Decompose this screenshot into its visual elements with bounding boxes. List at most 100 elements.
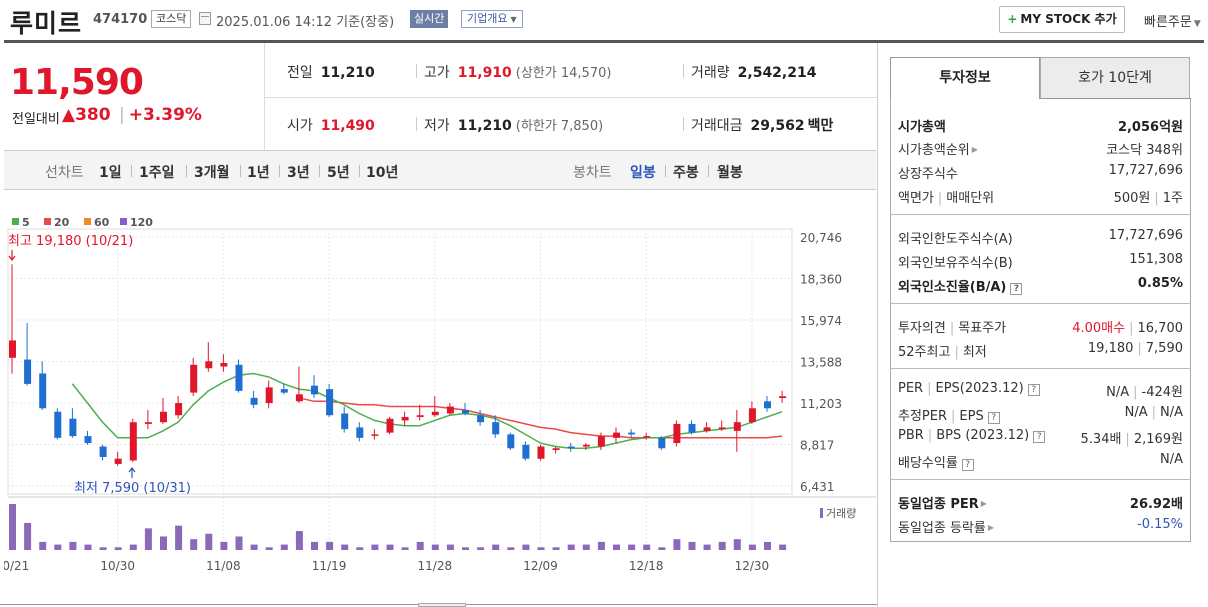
volume-bar	[703, 544, 711, 550]
change-label: 전일대비	[12, 112, 60, 127]
candle-body	[492, 422, 500, 435]
quick-order-button[interactable]: 빠른주문 ▼	[1144, 11, 1201, 30]
volume-bar	[99, 547, 107, 550]
min-annotation: 최저 7,590 (10/31)	[74, 481, 191, 496]
par-value-value: 500원 | 1주	[1113, 191, 1183, 206]
volume-legend-swatch	[820, 508, 823, 518]
per-row: PER | EPS(2023.12)? N/A | -424원	[898, 381, 1183, 401]
week52-low: 7,590	[1145, 341, 1183, 356]
candle-body	[703, 427, 711, 431]
listed-shares-row: 상장주식수 17,727,696	[898, 163, 1183, 183]
volume-bar	[311, 541, 318, 550]
change-percent: | +3.39%	[119, 105, 202, 125]
volume-bar	[658, 547, 666, 550]
candle-body	[613, 432, 620, 438]
volume-bar	[492, 544, 500, 550]
chart-scroll-handle[interactable]	[418, 603, 466, 607]
sector-change-row[interactable]: 동일업종 등락률 ▶ -0.15%	[898, 517, 1183, 537]
divider	[131, 165, 132, 177]
help-icon[interactable]: ?	[1027, 384, 1040, 396]
candle-body	[643, 436, 651, 438]
tab-1y[interactable]: 1년	[247, 162, 270, 182]
candle-chart-label: 봉차트	[573, 165, 612, 181]
volume-bar	[537, 547, 545, 550]
trade-amount-label: 거래대금	[691, 118, 743, 134]
sector-per-row[interactable]: 동일업종 PER ▶ 26.92배	[898, 493, 1183, 513]
candle-body	[582, 444, 590, 447]
candle-body	[129, 422, 137, 461]
tab-10y[interactable]: 10년	[366, 162, 398, 182]
volume-bar	[295, 531, 303, 550]
change-value: ▲380	[62, 105, 111, 125]
x-tick-label: 10/21	[4, 559, 29, 573]
candle-body	[552, 448, 560, 451]
company-info-button[interactable]: 기업개요 ▼	[461, 10, 523, 28]
candle-body	[280, 389, 288, 393]
est-per-label: 추정PER | EPS?	[898, 405, 1000, 424]
high-label: 고가	[424, 65, 450, 81]
divider	[359, 165, 360, 177]
tab-3y[interactable]: 3년	[287, 162, 310, 182]
week52-value: 19,180 | 7,590	[1087, 341, 1183, 356]
open-label: 시가	[287, 118, 313, 134]
dividend-text: 배당수익률	[898, 456, 958, 471]
tab-monthly[interactable]: 월봉	[717, 162, 743, 182]
market-cap-rank-row[interactable]: 시가총액순위 ▶ 코스닥 348위	[898, 139, 1183, 159]
help-icon[interactable]: ?	[961, 459, 974, 471]
foreign-ratio-value: 0.85%	[1137, 276, 1183, 291]
foreign-ratio-label: 외국인소진율(B/A)?	[898, 276, 1023, 295]
tab-orderbook[interactable]: 호가 10단계	[1040, 57, 1190, 99]
par-value-row: 액면가 | 매매단위 500원 | 1주	[898, 187, 1183, 207]
volume-bar	[507, 547, 515, 550]
help-icon[interactable]: ?	[987, 412, 1000, 424]
candle-body	[160, 411, 167, 423]
volume-bar	[356, 547, 364, 550]
volume-bar	[567, 544, 575, 550]
listed-shares-label: 상장주식수	[898, 167, 958, 182]
candle-body	[69, 418, 77, 437]
tab-1w[interactable]: 1주일	[139, 162, 175, 182]
candle-body	[295, 394, 303, 402]
x-tick-label: 12/09	[523, 559, 558, 573]
candle-body	[462, 410, 469, 414]
candle-body	[477, 415, 485, 423]
volume-bar	[446, 544, 454, 550]
volume-bar	[250, 544, 258, 550]
help-icon[interactable]: ?	[1010, 283, 1023, 295]
candle-body	[175, 403, 183, 416]
candle-body	[688, 423, 696, 433]
tab-5y[interactable]: 5년	[327, 162, 350, 182]
divider	[890, 303, 1191, 304]
tab-1d[interactable]: 1일	[99, 162, 122, 182]
market-cap-rank-value: 코스닥 348위	[1106, 143, 1183, 158]
sector-change-text: 동일업종 등락률	[898, 521, 986, 536]
volume-bar	[84, 544, 92, 550]
line-chart-label: 선차트	[45, 165, 84, 181]
volume-bar	[552, 547, 560, 550]
help-icon[interactable]: ?	[1033, 431, 1046, 443]
tab-weekly[interactable]: 주봉	[673, 162, 699, 182]
volume-bar	[748, 544, 756, 550]
price-chart[interactable]: 20,746 18,360 15,974 13,588 11,203 8,817 6,431…	[4, 190, 876, 600]
tab-daily[interactable]: 일봉	[630, 162, 656, 182]
candle-body	[673, 423, 681, 444]
tab-3m[interactable]: 3개월	[194, 162, 230, 182]
volume-bar	[175, 525, 183, 550]
open-value: 11,490	[320, 118, 375, 134]
realtime-button[interactable]: 실시간	[410, 10, 449, 28]
divider	[186, 165, 187, 177]
trade-unit: 1주	[1162, 191, 1183, 206]
pbr-value: 5.34배 | 2,169원	[1080, 432, 1183, 447]
y-tick-label: 20,746	[800, 231, 842, 245]
volume-bar	[280, 544, 288, 550]
mystock-add-button[interactable]: + MY STOCK 추가	[999, 6, 1125, 33]
volume-bar	[718, 541, 726, 550]
tab-invest-info[interactable]: 투자정보	[890, 57, 1040, 99]
candle-body	[446, 406, 454, 414]
volume-bar	[673, 539, 681, 550]
candle-body	[748, 408, 756, 423]
opinion-text: 투자의견	[898, 321, 946, 336]
legend-label: 20	[54, 216, 70, 229]
y-tick-label: 13,588	[800, 356, 842, 370]
volume-label: 거래량	[691, 65, 730, 81]
